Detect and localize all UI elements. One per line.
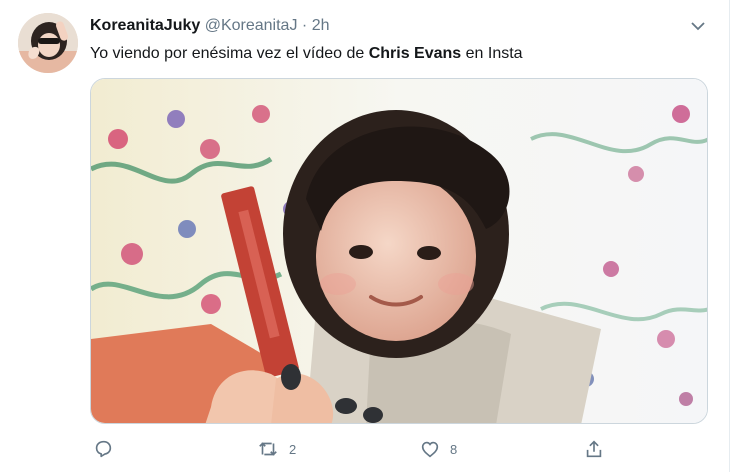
retweet-icon xyxy=(259,442,277,456)
tweet-timestamp[interactable]: 2h xyxy=(312,17,330,34)
tweet-header: KoreanitaJuky @KoreanitaJ · 2h xyxy=(90,15,329,37)
header-separator: · xyxy=(301,17,308,34)
avatar-image xyxy=(18,13,78,73)
reply-button[interactable] xyxy=(92,435,123,463)
tweet-text-bold: Chris Evans xyxy=(368,45,462,62)
tweet-card[interactable]: KoreanitaJuky @KoreanitaJ · 2h Yo viendo… xyxy=(0,0,730,472)
tweet-text-after: en Insta xyxy=(461,45,523,62)
retweet-button[interactable]: 2 xyxy=(256,435,296,463)
tweet-actions: 2 8 xyxy=(92,435,712,463)
display-name[interactable]: KoreanitaJuky xyxy=(90,17,200,34)
share-icon xyxy=(586,440,602,458)
retweet-count: 2 xyxy=(289,441,297,457)
tweet-text-before: Yo viendo por enésima vez el vídeo de xyxy=(90,45,369,62)
avatar[interactable] xyxy=(18,13,78,73)
like-button[interactable]: 8 xyxy=(419,435,457,463)
chevron-down-icon xyxy=(691,22,705,31)
tweet-menu-button[interactable] xyxy=(686,16,710,36)
photo-of-child xyxy=(91,79,707,423)
like-count: 8 xyxy=(450,441,458,457)
tweet-media-image[interactable] xyxy=(90,78,708,424)
user-handle[interactable]: @KoreanitaJ xyxy=(205,17,298,34)
share-button[interactable] xyxy=(583,435,614,463)
reply-icon xyxy=(95,440,112,458)
tweet-text: Yo viendo por enésima vez el vídeo de Ch… xyxy=(90,43,710,65)
heart-icon xyxy=(421,441,439,458)
